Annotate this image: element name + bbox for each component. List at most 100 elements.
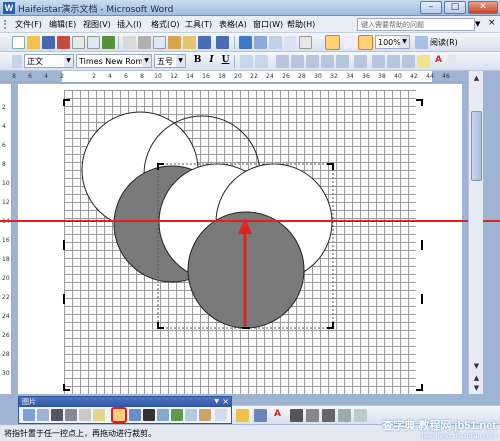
less-brightness-icon[interactable]	[93, 409, 105, 421]
menu-view[interactable]: 视图(V)	[80, 18, 114, 31]
toolbar-options-icon[interactable]	[448, 55, 456, 68]
insert-excel-icon[interactable]	[284, 36, 297, 49]
line-color-icon[interactable]	[254, 409, 267, 422]
paste-icon[interactable]	[168, 36, 181, 49]
text-wrapping-icon[interactable]	[171, 409, 183, 421]
decrease-indent-icon[interactable]	[402, 55, 415, 68]
hyperlink-icon[interactable]	[239, 36, 252, 49]
columns-icon[interactable]	[299, 36, 312, 49]
rotate-icon[interactable]	[129, 409, 141, 421]
zoom-select[interactable]: 100% ▼	[375, 35, 410, 49]
crop-handle[interactable]	[157, 322, 164, 329]
line-style-icon[interactable]	[143, 409, 155, 421]
menu-file[interactable]: 文件(F)	[12, 18, 45, 31]
more-brightness-icon[interactable]	[79, 409, 91, 421]
drawing-canvas[interactable]	[12, 84, 468, 394]
line-style-icon[interactable]	[290, 409, 303, 422]
bullets-icon[interactable]	[387, 55, 400, 68]
vertical-scrollbar[interactable]: ▲ ▼ ▲ ▼	[468, 71, 483, 394]
dash-style-icon[interactable]	[306, 409, 319, 422]
reset-picture-icon[interactable]	[215, 409, 227, 421]
scroll-up-icon[interactable]: ▲	[471, 73, 482, 84]
insert-picture-icon[interactable]	[23, 409, 35, 421]
3d-style-icon[interactable]	[354, 409, 367, 422]
help-search-input[interactable]: 键入需要帮助的问题	[357, 18, 475, 31]
insert-table-icon[interactable]	[269, 36, 282, 49]
vertical-ruler[interactable]: 24681012141618202224262830	[0, 84, 12, 394]
justify-icon[interactable]	[321, 55, 334, 68]
menu-tools[interactable]: 工具(T)	[182, 18, 215, 31]
research-icon[interactable]	[123, 36, 136, 49]
color-icon[interactable]	[37, 409, 49, 421]
redo-icon[interactable]	[216, 36, 229, 49]
print-icon[interactable]	[72, 36, 85, 49]
menu-format[interactable]: 格式(O)	[148, 18, 183, 31]
document-map-icon[interactable]	[344, 36, 357, 49]
style-select[interactable]: 正文 ▼	[24, 54, 74, 68]
font-select[interactable]: Times New Roman ▼	[76, 54, 152, 68]
bold-button[interactable]: B	[192, 55, 203, 65]
copy-icon[interactable]	[153, 36, 166, 49]
numbering-icon[interactable]	[372, 55, 385, 68]
open-folder-icon[interactable]	[27, 36, 40, 49]
menu-help[interactable]: 帮助(H)	[284, 18, 318, 31]
italic-button[interactable]: I	[206, 55, 217, 65]
menu-edit[interactable]: 编辑(E)	[46, 18, 79, 31]
compress-icon[interactable]	[157, 409, 169, 421]
char-border-icon[interactable]	[240, 55, 253, 68]
help-dropdown-icon[interactable]: ▼	[475, 18, 484, 31]
less-contrast-icon[interactable]	[65, 409, 77, 421]
horizontal-ruler[interactable]: 8 6 4 2 2 4 6 8 10 12 14 16 18 20 22 24 26 28 30 32 34 36 38 40…	[0, 71, 468, 83]
help-icon[interactable]	[415, 36, 428, 49]
underline-button[interactable]: U	[220, 55, 231, 65]
undo-icon[interactable]	[198, 36, 211, 49]
menu-window[interactable]: 窗口(W)	[250, 18, 286, 31]
menu-grip[interactable]	[4, 20, 7, 29]
menu-insert[interactable]: 插入(I)	[114, 18, 145, 31]
close-window-button[interactable]: ✕	[468, 1, 498, 14]
permission-icon[interactable]	[57, 36, 70, 49]
format-painter-icon[interactable]	[183, 36, 196, 49]
maximize-button[interactable]: □	[444, 1, 466, 14]
show-hide-icon[interactable]	[358, 35, 373, 50]
print-preview-icon[interactable]	[87, 36, 100, 49]
chevron-down-icon[interactable]: ▼	[400, 36, 409, 48]
minimize-button[interactable]: –	[420, 1, 442, 14]
next-page-icon[interactable]: ▼	[471, 383, 482, 394]
highlight-icon[interactable]	[417, 55, 430, 68]
shadow-style-icon[interactable]	[338, 409, 351, 422]
chevron-down-icon[interactable]: ▼	[64, 55, 73, 67]
styles-pane-icon[interactable]	[12, 55, 22, 68]
arrow-style-icon[interactable]	[322, 409, 335, 422]
crop-handle[interactable]	[327, 322, 334, 329]
spelling-icon[interactable]	[102, 36, 115, 49]
read-mode-button[interactable]: 阅读(R)	[430, 37, 458, 48]
align-right-icon[interactable]	[306, 55, 319, 68]
menu-table[interactable]: 表格(A)	[216, 18, 250, 31]
draw-font-color-button[interactable]: A	[272, 409, 283, 419]
save-icon[interactable]	[42, 36, 55, 49]
tables-borders-icon[interactable]	[254, 36, 267, 49]
crop-handle[interactable]	[327, 163, 334, 170]
line-spacing-icon[interactable]	[354, 55, 367, 68]
more-contrast-icon[interactable]	[51, 409, 63, 421]
crop-icon[interactable]	[111, 407, 127, 423]
chevron-down-icon[interactable]: ▼	[176, 55, 185, 67]
distributed-icon[interactable]	[336, 55, 349, 68]
align-center-icon[interactable]	[291, 55, 304, 68]
font-color-button[interactable]: A	[433, 55, 444, 65]
fill-color-icon[interactable]	[236, 409, 249, 422]
format-picture-icon[interactable]	[185, 409, 197, 421]
char-shading-icon[interactable]	[255, 55, 268, 68]
close-icon[interactable]: ×	[222, 397, 229, 407]
chevron-down-icon[interactable]: ▼	[142, 55, 151, 67]
close-document-button[interactable]: ×	[488, 18, 496, 28]
drawing-icon[interactable]	[325, 35, 340, 50]
new-document-icon[interactable]	[12, 36, 25, 49]
cut-icon[interactable]	[138, 36, 151, 49]
scroll-down-icon[interactable]: ▼	[471, 361, 482, 372]
picture-toolbar-title[interactable]: 图片	[19, 397, 231, 407]
set-transparent-icon[interactable]	[199, 409, 211, 421]
toolbar-options-icon[interactable]: ▼	[214, 397, 219, 407]
font-size-select[interactable]: 五号 ▼	[154, 54, 186, 68]
